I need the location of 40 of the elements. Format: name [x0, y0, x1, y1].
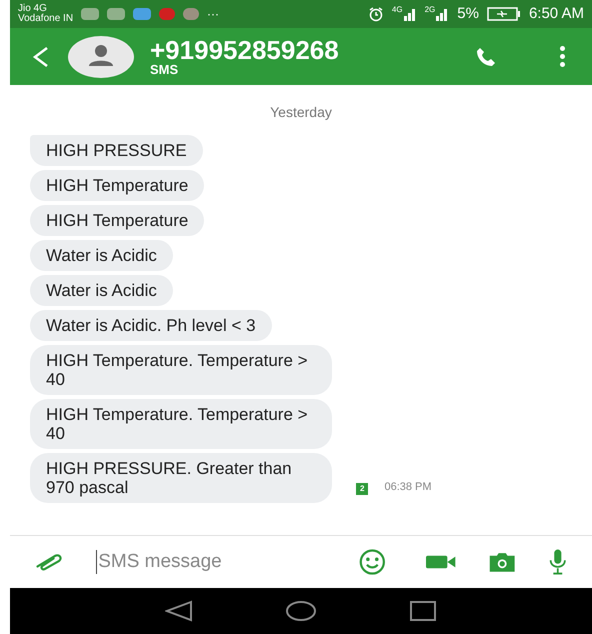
microphone-icon[interactable] — [548, 547, 568, 577]
alarm-icon — [368, 6, 384, 22]
message-bubble: HIGH Temperature. Temperature > 40 — [30, 345, 332, 395]
message-bubble: Water is Acidic — [30, 275, 173, 306]
notification-icon — [159, 8, 176, 20]
battery-percent: 5% — [457, 4, 479, 24]
message-input[interactable]: SMS message — [96, 550, 344, 574]
message-bubble: HIGH PRESSURE — [30, 135, 203, 166]
attach-icon[interactable] — [34, 553, 64, 571]
home-nav-icon[interactable] — [285, 600, 317, 622]
message-bubble: HIGH Temperature — [30, 205, 204, 236]
signal-icon — [402, 7, 417, 21]
notification-icon — [183, 8, 200, 20]
signal-icon — [435, 7, 450, 21]
message-bubble: HIGH PRESSURE. Greater than 970 pascal — [30, 453, 332, 503]
date-divider: Yesterday — [270, 103, 332, 122]
battery-charging-icon — [486, 7, 521, 21]
message-time: 06:38 PM — [384, 480, 432, 494]
emoji-icon[interactable] — [359, 547, 386, 577]
message-bubble: HIGH Temperature. Temperature > 40 — [30, 399, 332, 449]
overflow-indicator: ··· — [207, 6, 220, 23]
message-bubble: HIGH Temperature — [30, 170, 204, 201]
network-label: 4G — [392, 4, 403, 16]
notification-icon — [133, 8, 152, 20]
carrier-name: Jio 4G — [18, 4, 47, 14]
carrier-name: Vodafone IN — [18, 14, 74, 24]
clock: 6:50 AM — [528, 4, 584, 24]
network-label: 2G — [424, 4, 436, 16]
notification-icon — [107, 8, 126, 20]
conversation-type: SMS — [150, 63, 180, 76]
back-nav-icon[interactable] — [165, 600, 193, 622]
recents-nav-icon[interactable] — [409, 600, 437, 622]
sim-badge: 2 — [356, 483, 368, 495]
video-camera-icon[interactable] — [426, 554, 456, 570]
message-bubble: Water is Acidic. Ph level < 3 — [30, 310, 272, 341]
contact-number: +919952859268 — [150, 37, 340, 63]
avatar-icon — [68, 36, 134, 78]
notification-icon — [81, 8, 100, 20]
message-bubble: Water is Acidic — [30, 240, 173, 271]
camera-icon[interactable] — [488, 550, 516, 574]
